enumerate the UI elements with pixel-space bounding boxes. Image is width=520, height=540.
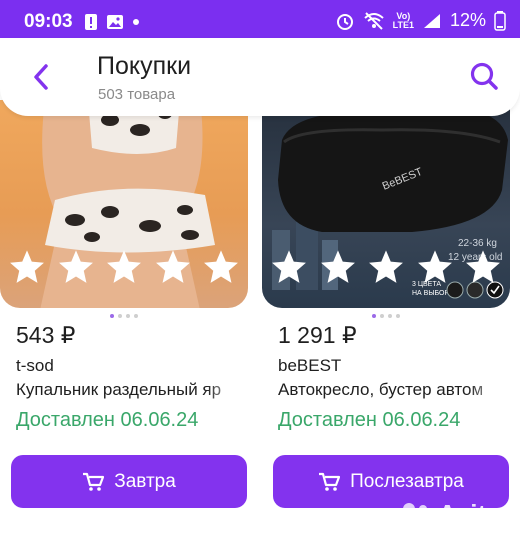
delivery-button-tomorrow[interactable]: Завтра <box>11 455 247 508</box>
status-right: Vo) LTE1 12% <box>335 10 506 31</box>
chevron-left-icon <box>34 64 48 90</box>
seller-name: beBEST <box>278 356 342 375</box>
network-label: LTE1 <box>392 19 414 30</box>
product-name-text: Автокресло, бустер автом <box>278 380 484 399</box>
star-icon <box>417 250 452 283</box>
alarm-icon <box>336 13 353 30</box>
button-label: Послезавтра <box>350 470 464 492</box>
volte-indicator: Vo) LTE1 <box>392 11 414 30</box>
pager-dot <box>388 314 392 318</box>
product-name[interactable]: Автокресло, бустер автом <box>278 380 508 400</box>
pager-dot <box>110 314 114 318</box>
product-name-text: Купальник раздельный яр <box>16 380 222 399</box>
app-header: Покупки 503 товара <box>0 38 520 116</box>
star-icon <box>272 250 306 283</box>
cart-icon <box>319 472 341 491</box>
star-icon <box>320 250 355 283</box>
colors-text-2: НА ВЫБОР <box>412 290 449 297</box>
battery-percent: 12% <box>449 10 486 30</box>
product-image[interactable] <box>0 100 248 308</box>
text-fade <box>206 380 246 400</box>
product-card[interactable]: BeBEST 22-36 kg 12 years old 3 ЦВЕТА НА … <box>262 100 510 308</box>
rating-stars <box>0 248 248 286</box>
battery-icon <box>494 10 506 31</box>
rating-stars <box>262 248 510 286</box>
avito-logo-icon <box>402 502 430 528</box>
star-icon <box>107 250 141 283</box>
search-button[interactable] <box>466 58 502 94</box>
image-pager <box>0 314 248 318</box>
pager-dot <box>372 314 376 318</box>
items-count: 503 товара <box>98 86 176 103</box>
button-label: Завтра <box>114 470 176 492</box>
product-name[interactable]: Купальник раздельный яр <box>16 380 246 400</box>
page-title: Покупки <box>97 52 192 80</box>
cart-icon <box>83 472 105 491</box>
pager-dot <box>118 314 122 318</box>
avito-watermark: Avito <box>400 499 502 530</box>
notification-icons <box>84 13 140 31</box>
watermark-text: Avito <box>437 499 502 529</box>
back-button[interactable] <box>24 60 58 94</box>
search-icon <box>470 62 498 90</box>
product-image[interactable]: BeBEST 22-36 kg 12 years old 3 ЦВЕТА НА … <box>262 100 510 308</box>
delivery-status: Доставлен 06.06.24 <box>278 409 461 431</box>
pager-dot <box>134 314 138 318</box>
star-icon <box>204 250 238 283</box>
pager-dot <box>126 314 130 318</box>
signal-icon <box>423 13 440 28</box>
star-icon <box>369 250 403 283</box>
star-icon <box>466 250 500 283</box>
product-card[interactable] <box>0 100 248 308</box>
delivery-status: Доставлен 06.06.24 <box>16 409 199 431</box>
wifi-off-icon <box>363 11 384 30</box>
status-time: 09:03 <box>24 11 73 32</box>
star-icon <box>155 250 190 283</box>
alert-icon <box>85 14 97 30</box>
star-icon <box>58 250 93 283</box>
star-icon <box>10 250 44 283</box>
seller-name: t-sod <box>16 356 54 375</box>
pager-dot <box>380 314 384 318</box>
image-pager <box>262 314 510 318</box>
dot-icon <box>133 19 139 25</box>
text-fade <box>468 380 508 400</box>
product-price: 1 291 ₽ <box>278 322 357 348</box>
pager-dot <box>396 314 400 318</box>
product-price: 543 ₽ <box>16 322 76 348</box>
gallery-icon <box>107 15 123 29</box>
